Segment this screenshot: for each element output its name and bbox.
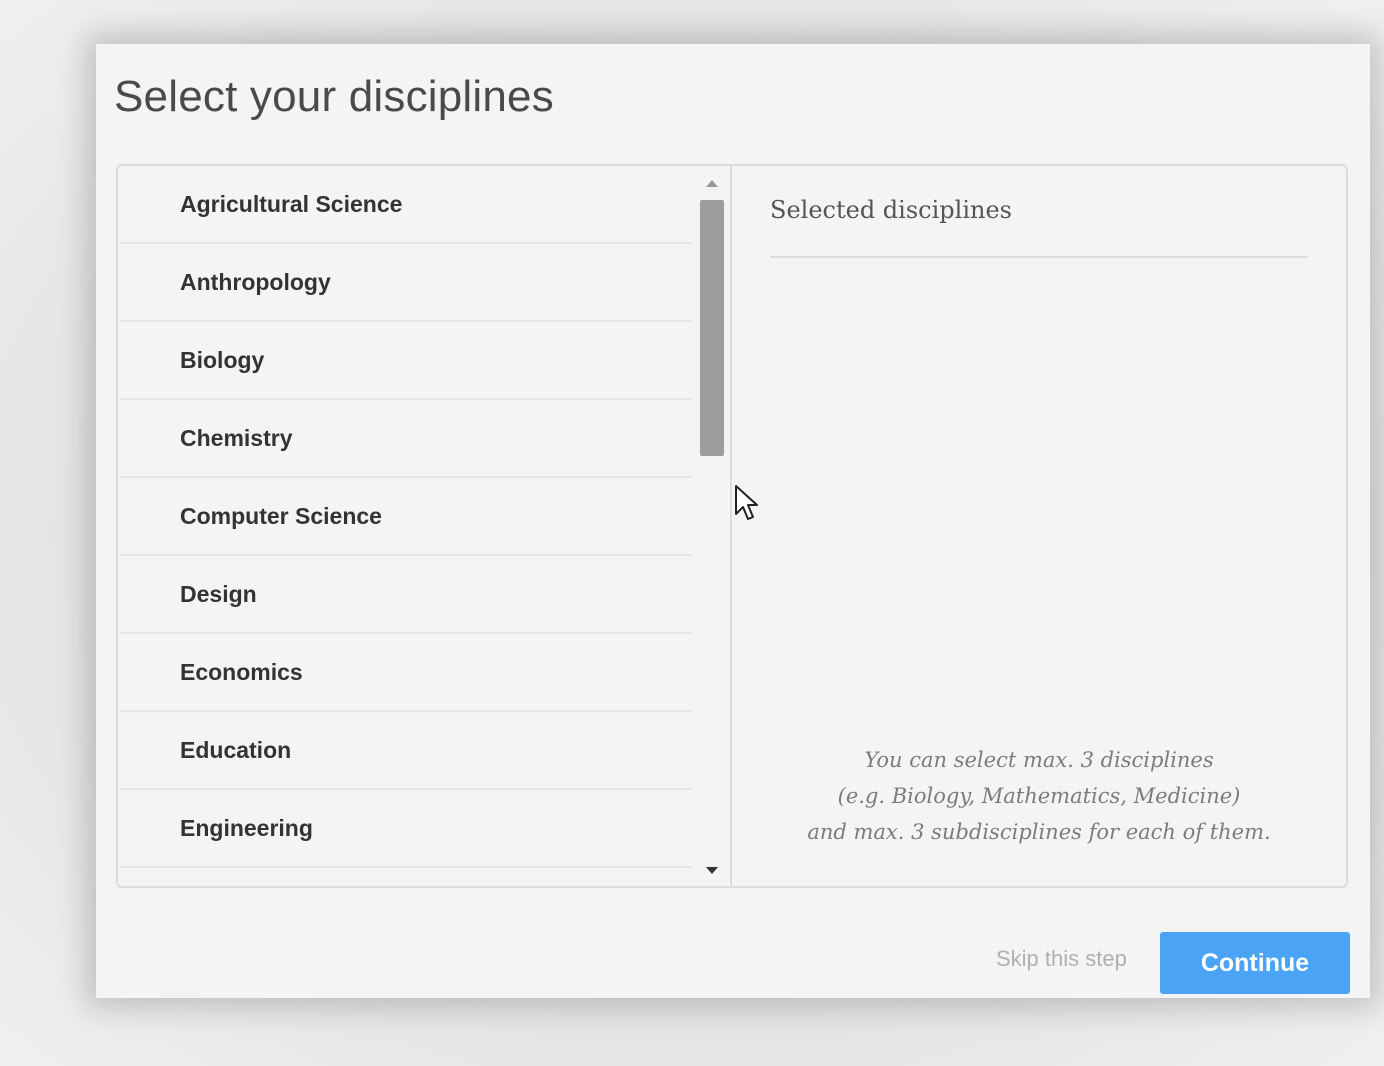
selected-disciplines-header: Selected disciplines bbox=[770, 196, 1012, 224]
list-item-label: Agricultural Science bbox=[180, 190, 403, 217]
discipline-dialog: Select your disciplines Agricultural Sci… bbox=[96, 44, 1370, 998]
selected-disciplines-pane: Selected disciplines You can select max.… bbox=[732, 166, 1346, 886]
list-item[interactable]: Economics bbox=[120, 634, 692, 712]
list-item-label: Design bbox=[180, 580, 257, 607]
hint-line: (e.g. Biology, Mathematics, Medicine) bbox=[837, 784, 1241, 808]
selection-hint: You can select max. 3 disciplines (e.g. … bbox=[732, 742, 1346, 850]
list-item-label: Engineering bbox=[180, 814, 313, 841]
list-item[interactable]: Education bbox=[120, 712, 692, 790]
triangle-up-icon[interactable] bbox=[706, 180, 718, 187]
discipline-panel: Agricultural Science Anthropology Biolog… bbox=[116, 164, 1348, 888]
list-item[interactable]: Agricultural Science bbox=[120, 166, 692, 244]
divider bbox=[770, 256, 1308, 258]
skip-step-link[interactable]: Skip this step bbox=[996, 946, 1127, 972]
list-item[interactable]: Design bbox=[120, 556, 692, 634]
scrollbar-thumb[interactable] bbox=[700, 200, 724, 456]
triangle-down-icon[interactable] bbox=[706, 867, 718, 874]
hint-line: You can select max. 3 disciplines bbox=[864, 748, 1214, 772]
list-item-label: Anthropology bbox=[180, 268, 331, 295]
list-item-label: Biology bbox=[180, 346, 265, 373]
list-scrollbar[interactable] bbox=[698, 176, 728, 882]
list-item[interactable]: Biology bbox=[120, 322, 692, 400]
dialog-title: Select your disciplines bbox=[114, 72, 554, 121]
continue-button[interactable]: Continue bbox=[1160, 932, 1350, 994]
list-item[interactable]: Anthropology bbox=[120, 244, 692, 322]
list-item-label: Economics bbox=[180, 658, 303, 685]
discipline-list: Agricultural Science Anthropology Biolog… bbox=[120, 166, 692, 868]
hint-line: and max. 3 subdisciplines for each of th… bbox=[807, 820, 1271, 844]
list-item[interactable]: Engineering bbox=[120, 790, 692, 868]
list-item-label: Chemistry bbox=[180, 424, 293, 451]
discipline-list-pane: Agricultural Science Anthropology Biolog… bbox=[118, 166, 732, 886]
list-item[interactable]: Chemistry bbox=[120, 400, 692, 478]
list-item[interactable]: Computer Science bbox=[120, 478, 692, 556]
list-item-label: Education bbox=[180, 736, 292, 763]
list-item-label: Computer Science bbox=[180, 502, 382, 529]
